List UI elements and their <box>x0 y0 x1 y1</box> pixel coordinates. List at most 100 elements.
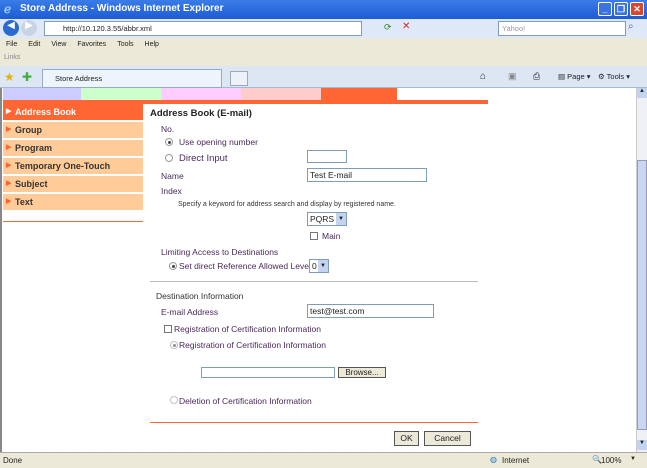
close-button[interactable]: ✕ <box>630 2 644 16</box>
window-title: Store Address - Windows Internet Explore… <box>20 3 224 14</box>
sidebar-item-group[interactable]: Group <box>3 122 143 139</box>
top-tab-5-active[interactable] <box>321 88 397 100</box>
index-hint: Specify a keyword for address search and… <box>178 201 396 208</box>
home-icon[interactable]: ⌂ <box>480 71 486 82</box>
cert-delete-label: Deletion of Certification Information <box>179 396 312 406</box>
tab-title: Store Address <box>55 74 103 83</box>
search-placeholder: Yahoo! <box>502 24 526 33</box>
sidebar-item-program[interactable]: Program <box>3 140 143 157</box>
menu-view[interactable]: View <box>51 41 66 48</box>
tab-row: ★ ✚ Store Address ⌂ ▣ ⎙ ▤ Page ▾ ⚙ Tools… <box>0 66 647 88</box>
cert-delete-radio[interactable] <box>170 396 178 404</box>
links-label[interactable]: Links <box>4 54 20 61</box>
vertical-scrollbar[interactable]: ▲ ▼ <box>636 88 647 452</box>
title-bar: ℯ Store Address - Windows Internet Explo… <box>0 0 647 19</box>
menu-bar: File Edit View Favorites Tools Help Links <box>0 38 647 66</box>
tools-label: Tools <box>606 72 625 81</box>
sidebar-label: Text <box>15 197 33 207</box>
level-select[interactable]: 0 ▼ <box>309 259 329 273</box>
top-tab-3[interactable] <box>161 88 241 100</box>
sidebar-label: Program <box>15 143 53 153</box>
stop-icon[interactable]: ✕ <box>402 21 410 32</box>
top-tab-1[interactable] <box>3 88 81 100</box>
main-checkbox[interactable] <box>310 232 318 240</box>
page-content: Address Book Group Program Temporary One… <box>0 88 636 452</box>
top-tab-2[interactable] <box>81 88 161 100</box>
print-icon[interactable]: ⎙ <box>533 71 540 82</box>
direct-input-radio[interactable] <box>165 154 173 162</box>
status-bar: Done ◍ Internet 🔍 100% ▼ <box>0 452 647 468</box>
file-path-input[interactable] <box>201 367 335 378</box>
minimize-button[interactable]: _ <box>598 2 612 16</box>
search-input[interactable]: Yahoo! <box>498 21 626 36</box>
cancel-button[interactable]: Cancel <box>424 431 471 446</box>
sidebar-item-temporary-one-touch[interactable]: Temporary One-Touch <box>3 158 143 175</box>
form-title: Address Book (E-mail) <box>150 108 252 119</box>
refresh-icon[interactable]: ⟳ <box>384 22 392 33</box>
no-label: No. <box>161 124 175 134</box>
menu-help[interactable]: Help <box>145 41 159 48</box>
url-text: http://10.120.3.55/abbr.xml <box>63 24 152 33</box>
scroll-down-icon[interactable]: ▼ <box>637 440 647 450</box>
index-label: Index <box>161 186 182 196</box>
add-favorites-icon[interactable]: ✚ <box>22 70 32 84</box>
favorites-star-icon[interactable]: ★ <box>4 70 15 84</box>
limit-option-label: Set direct Reference Allowed Level <box>179 261 311 271</box>
ok-button[interactable]: OK <box>394 431 419 446</box>
main-label: Main <box>322 231 341 241</box>
feeds-icon[interactable]: ▣ <box>508 71 517 82</box>
level-select-value: 0 <box>312 261 317 271</box>
use-opening-label: Use opening number <box>179 137 258 147</box>
page-label: Page <box>567 72 585 81</box>
search-icon[interactable]: ⌕ <box>628 21 634 32</box>
limit-label: Limiting Access to Destinations <box>161 247 279 257</box>
tab-store-address[interactable]: Store Address <box>42 69 222 88</box>
menu-favorites[interactable]: Favorites <box>77 41 106 48</box>
sidebar-item-address-book[interactable]: Address Book <box>3 104 143 121</box>
zoom-dropdown-icon[interactable]: ▼ <box>630 456 636 462</box>
zone-text: Internet <box>502 456 530 465</box>
limit-radio[interactable] <box>169 262 177 270</box>
top-tab-4[interactable] <box>241 88 321 100</box>
index-select[interactable]: PQRS ▼ <box>307 212 347 226</box>
sidebar-label: Subject <box>15 179 48 189</box>
sidebar-label: Temporary One-Touch <box>15 161 111 171</box>
maximize-button[interactable]: ❐ <box>614 2 628 16</box>
globe-icon: ◍ <box>490 455 497 464</box>
email-label: E-mail Address <box>161 307 219 317</box>
sidebar-item-subject[interactable]: Subject <box>3 176 143 193</box>
direct-input-label: Direct Input <box>179 153 228 164</box>
sidebar-label: Group <box>15 125 42 135</box>
cert-register-label: Registration of Certification Informatio… <box>179 340 326 350</box>
status-text: Done <box>3 456 23 465</box>
direct-input-field[interactable] <box>307 150 347 163</box>
use-opening-radio[interactable] <box>165 138 173 146</box>
sidebar-item-text[interactable]: Text <box>3 194 143 211</box>
footer-divider <box>150 422 478 423</box>
menu-tools[interactable]: Tools <box>117 41 133 48</box>
menu-edit[interactable]: Edit <box>28 41 40 48</box>
email-input[interactable]: test@test.com <box>307 304 434 318</box>
url-input[interactable]: http://10.120.3.55/abbr.xml <box>44 21 362 36</box>
forward-button[interactable]: ▶ <box>21 20 37 36</box>
left-border <box>0 88 2 452</box>
menu-file[interactable]: File <box>6 41 17 48</box>
back-button[interactable]: ◀ <box>3 20 19 36</box>
sidebar-label: Address Book <box>15 107 77 117</box>
chevron-down-icon: ▼ <box>336 213 346 225</box>
tools-menu[interactable]: ⚙ Tools ▾ <box>598 72 630 81</box>
page-menu[interactable]: ▤ Page ▾ <box>558 72 591 81</box>
section-divider <box>150 281 478 282</box>
cert-register-radio[interactable] <box>170 341 178 349</box>
ie-logo-icon: ℯ <box>4 2 12 16</box>
cert-check-label: Registration of Certification Informatio… <box>174 324 321 334</box>
dest-label: Destination Information <box>156 291 244 301</box>
index-select-value: PQRS <box>310 214 335 224</box>
cert-checkbox[interactable] <box>164 325 172 333</box>
name-input[interactable]: Test E-mail <box>307 168 427 182</box>
zoom-level[interactable]: 100% <box>601 456 621 465</box>
new-tab-button[interactable] <box>230 71 248 86</box>
scroll-thumb[interactable] <box>637 160 647 430</box>
scroll-up-icon[interactable]: ▲ <box>637 88 647 98</box>
browse-button[interactable]: Browse... <box>338 367 386 378</box>
